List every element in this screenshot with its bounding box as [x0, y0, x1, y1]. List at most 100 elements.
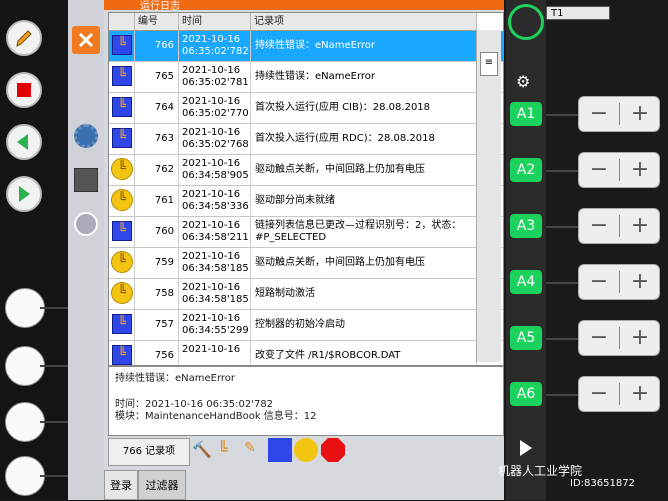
jog-minus-button[interactable]: −	[579, 97, 619, 131]
step-back-icon	[17, 134, 28, 150]
divider	[40, 365, 68, 367]
jog-minus-button[interactable]: −	[579, 321, 619, 355]
table-row[interactable]: ╚ 759 2021-10-16 06:34:58'185 驱动触点关断，中间回路上仍加…	[109, 248, 503, 279]
jog-minus-button[interactable]: −	[579, 377, 619, 411]
stop-button[interactable]	[6, 72, 42, 108]
users-icon[interactable]	[74, 212, 98, 236]
softkey-1[interactable]	[5, 288, 45, 328]
jog-plus-button[interactable]: +	[620, 209, 660, 243]
row-message: 链接列表信息已更改—过程识别号：2，状态：#P_SELECTED	[251, 217, 477, 247]
step-back-button[interactable]	[6, 124, 42, 160]
step-forward-button[interactable]	[6, 176, 42, 212]
scrollbar[interactable]: ≡	[476, 30, 501, 362]
hammer-filter-button[interactable]: 🔨	[192, 440, 212, 462]
row-icon-cell: ╚	[109, 310, 135, 340]
row-message: 首次投入运行(应用 RDC)：28.08.2018	[251, 124, 477, 154]
row-icon-cell: ╚	[109, 248, 135, 278]
stop-icon	[17, 83, 31, 97]
header-number[interactable]: 编号	[135, 13, 179, 31]
table-row[interactable]: ╚ 762 2021-10-16 06:34:58'905 驱动触点关断，中间回路上仍加…	[109, 155, 503, 186]
row-time: 2021-10-16	[179, 341, 251, 365]
row-date: 2021-10-16	[182, 282, 241, 293]
rotate-icon[interactable]	[508, 4, 544, 40]
axis-label: A5	[510, 326, 542, 350]
table-row[interactable]: ╚ 766 2021-10-16 06:35:02'782 持续性错误：eNameErr…	[109, 31, 503, 62]
gear-icon[interactable]	[74, 124, 98, 148]
row-date: 2021-10-16	[182, 189, 241, 200]
robot-filter-button[interactable]: ╚	[218, 440, 238, 462]
jog-plus-button[interactable]: +	[620, 97, 660, 131]
red-octagon-filter[interactable]	[320, 437, 346, 463]
jog-minus-button[interactable]: −	[579, 265, 619, 299]
mode-dropdown[interactable]: T1	[546, 6, 610, 20]
edit-button[interactable]	[6, 20, 42, 56]
close-button[interactable]	[72, 26, 100, 54]
softkey-2[interactable]	[5, 346, 45, 386]
row-number: 765	[135, 62, 179, 92]
softkey-4[interactable]	[5, 456, 45, 496]
row-message: 控制器的初始冷启动	[251, 310, 477, 340]
row-date: 2021-10-16	[182, 127, 241, 138]
row-time: 2021-10-16 06:34:58'185	[179, 248, 251, 278]
yellow-circle-filter[interactable]	[294, 438, 318, 462]
row-message: 改变了文件 /R1/$ROBCOR.DAT	[251, 341, 477, 365]
table-row[interactable]: ╚ 761 2021-10-16 06:34:58'336 驱动部分尚未就绪	[109, 186, 503, 217]
detail-message: 持续性错误：eNameError	[115, 373, 236, 384]
jog-plus-button[interactable]: +	[620, 377, 660, 411]
info-robot-icon: ╚	[112, 66, 132, 86]
table-row[interactable]: ╚ 765 2021-10-16 06:35:02'781 持续性错误：eNameErr…	[109, 62, 503, 93]
table-row[interactable]: ╚ 764 2021-10-16 06:35:02'770 首次投入运行(应用 CIB)…	[109, 93, 503, 124]
row-message: 驱动部分尚未就绪	[251, 186, 477, 216]
row-icon-cell: ╚	[109, 279, 135, 309]
table-row[interactable]: ╚ 756 2021-10-16 改变了文件 /R1/$ROBCOR.DAT	[109, 341, 503, 365]
jog-minus-button[interactable]: −	[579, 153, 619, 187]
header-time[interactable]: 时间	[179, 13, 251, 31]
scroll-thumb[interactable]: ≡	[480, 52, 498, 76]
jog-plus-button[interactable]: +	[620, 321, 660, 355]
tab-filter[interactable]: 过滤器	[138, 470, 186, 500]
tool-filter-button[interactable]: ✎	[244, 440, 264, 462]
jog-minus-button[interactable]: −	[579, 209, 619, 243]
row-icon-cell: ╚	[109, 217, 135, 247]
table-row[interactable]: ╚ 757 2021-10-16 06:34:55'299 控制器的初始冷启动	[109, 310, 503, 341]
row-time: 2021-10-16 06:34:58'185	[179, 279, 251, 309]
row-message: 持续性错误：eNameError	[251, 31, 477, 61]
softkey-3[interactable]	[5, 402, 45, 442]
table-row[interactable]: ╚ 760 2021-10-16 06:34:58'211 链接列表信息已更改—过程识别…	[109, 217, 503, 248]
row-clock: 06:34:58'185	[182, 294, 249, 305]
row-date: 2021-10-16	[182, 34, 241, 45]
divider	[546, 394, 578, 396]
warning-robot-icon: ╚	[111, 189, 133, 211]
row-icon-cell: ╚	[109, 341, 135, 365]
jog-plus-button[interactable]: +	[620, 265, 660, 299]
row-time: 2021-10-16 06:34:58'905	[179, 155, 251, 185]
coordinate-icon[interactable]: ⚙	[516, 72, 536, 92]
row-clock: 06:34:58'211	[182, 232, 249, 243]
jog-plus-button[interactable]: +	[620, 153, 660, 187]
table-row[interactable]: ╚ 758 2021-10-16 06:34:58'185 短路制动激活	[109, 279, 503, 310]
stop-sign-icon	[321, 438, 345, 462]
blue-square-filter[interactable]	[268, 438, 292, 462]
clock-icon[interactable]	[74, 168, 98, 192]
row-number: 760	[135, 217, 179, 247]
row-icon-cell: ╚	[109, 31, 135, 61]
tab-login[interactable]: 登录	[104, 470, 138, 500]
row-time: 2021-10-16 06:35:02'768	[179, 124, 251, 154]
row-time: 2021-10-16 06:35:02'770	[179, 93, 251, 123]
row-date: 2021-10-16	[182, 96, 241, 107]
table-row[interactable]: ╚ 763 2021-10-16 06:35:02'768 首次投入运行(应用 RDC)…	[109, 124, 503, 155]
axis-label: A6	[510, 382, 542, 406]
row-number: 756	[135, 341, 179, 365]
jog-control: − +	[578, 376, 660, 412]
info-robot-icon: ╚	[112, 35, 132, 55]
info-robot-icon: ╚	[112, 97, 132, 117]
warning-robot-icon: ╚	[111, 282, 133, 304]
divider	[40, 421, 68, 423]
play-icon[interactable]	[520, 440, 532, 456]
jog-control: − +	[578, 96, 660, 132]
log-table: 编号 时间 记录项 ╚ 766 2021-10-16 06:35:02'782 持续性错…	[108, 12, 504, 366]
detail-panel: 持续性错误：eNameError 时间：2021-10-16 06:35:02'…	[108, 366, 504, 436]
header-message[interactable]: 记录项	[251, 13, 477, 31]
divider	[40, 307, 68, 309]
row-date: 2021-10-16	[182, 344, 241, 355]
